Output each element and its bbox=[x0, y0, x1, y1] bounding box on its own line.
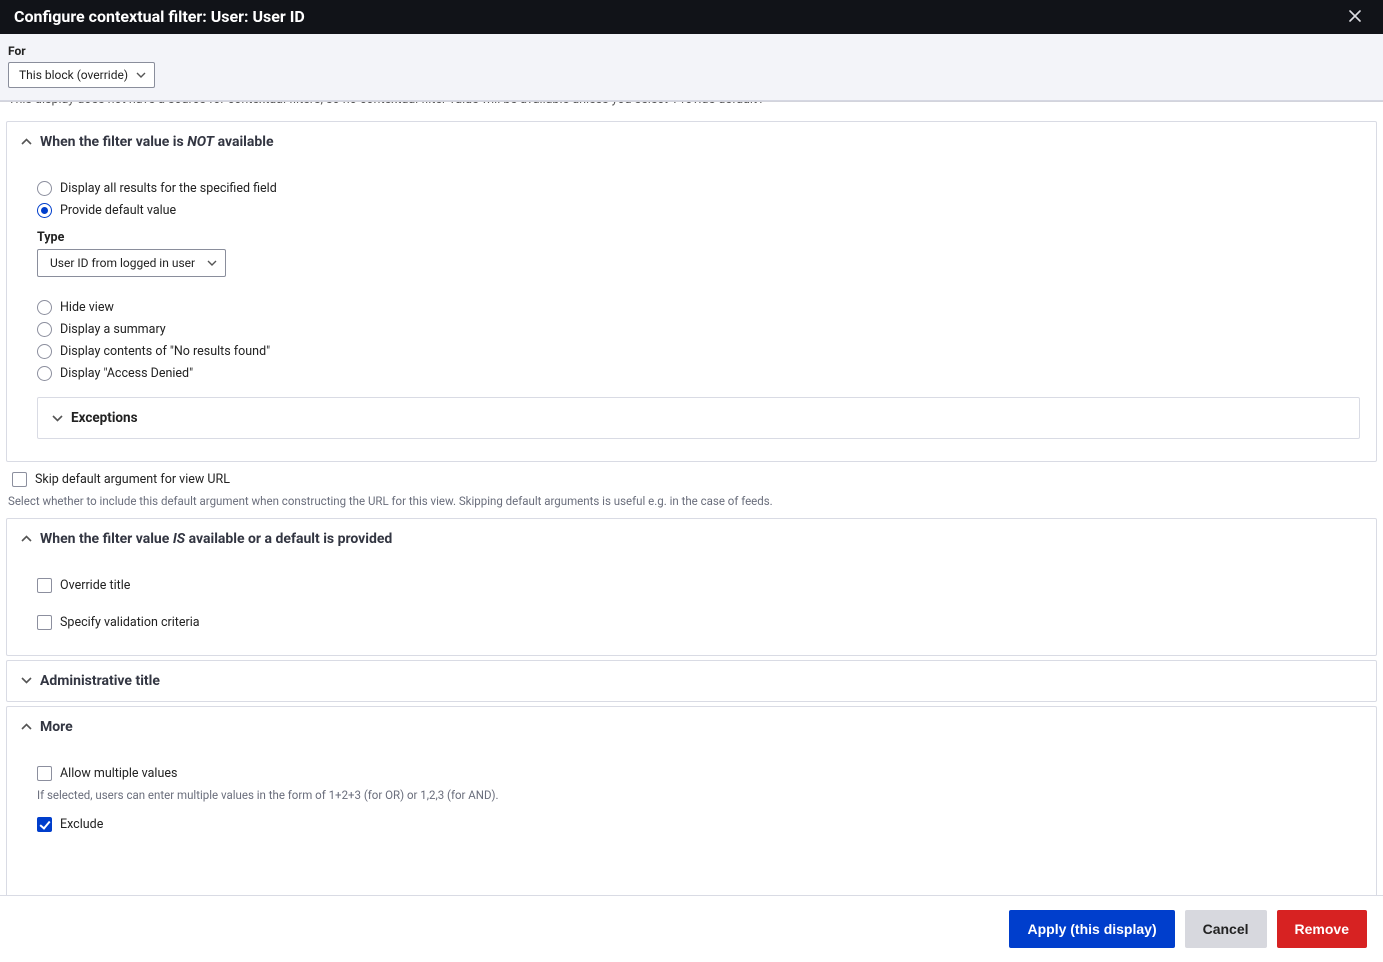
apply-button[interactable]: Apply (this display) bbox=[1009, 910, 1174, 948]
chevron-down-icon bbox=[52, 410, 63, 426]
chevron-down-icon bbox=[21, 723, 32, 730]
section-not-available: When the filter value is NOT available D… bbox=[6, 121, 1377, 462]
section-more-body: Allow multiple values If selected, users… bbox=[7, 747, 1376, 895]
section-not-available-summary[interactable]: When the filter value is NOT available bbox=[7, 122, 1376, 162]
radio-access-denied-input[interactable] bbox=[37, 366, 52, 381]
chevron-down-icon bbox=[21, 138, 32, 145]
section-admin-title-label: Administrative title bbox=[40, 673, 160, 689]
chevron-down-icon bbox=[21, 535, 32, 542]
radio-access-denied: Display "Access Denied" bbox=[37, 366, 1360, 381]
radio-display-all-input[interactable] bbox=[37, 181, 52, 196]
override-title-label[interactable]: Override title bbox=[60, 578, 130, 593]
exceptions-summary[interactable]: Exceptions bbox=[38, 398, 1359, 438]
radio-no-results: Display contents of "No results found" bbox=[37, 344, 1360, 359]
section-label-pre: When the filter value is bbox=[40, 134, 187, 150]
section-is-available: When the filter value IS available or a … bbox=[6, 518, 1377, 656]
section-is-label-em: IS bbox=[173, 531, 185, 547]
section-is-label-post: available or a default is provided bbox=[185, 531, 392, 547]
type-label: Type bbox=[37, 230, 1360, 245]
allow-multiple-help: If selected, users can enter multiple va… bbox=[37, 788, 1360, 802]
skip-default-help: Select whether to include this default a… bbox=[8, 494, 1375, 508]
allow-multiple-label[interactable]: Allow multiple values bbox=[60, 766, 177, 781]
type-select-value: User ID from logged in user bbox=[50, 256, 195, 270]
for-label: For bbox=[8, 44, 1369, 58]
section-admin-title: Administrative title bbox=[6, 660, 1377, 702]
section-not-available-body: Display all results for the specified fi… bbox=[7, 162, 1376, 461]
section-is-available-body: Override title Specify validation criter… bbox=[7, 559, 1376, 655]
section-more: More Allow multiple values If selected, … bbox=[6, 706, 1377, 895]
specify-validation-row: Specify validation criteria bbox=[37, 615, 1360, 630]
title-bar: Configure contextual filter: User: User … bbox=[0, 0, 1383, 34]
radio-display-summary: Display a summary bbox=[37, 322, 1360, 337]
radio-display-all-label[interactable]: Display all results for the specified fi… bbox=[60, 181, 277, 196]
section-admin-title-summary[interactable]: Administrative title bbox=[7, 661, 1376, 701]
radio-provide-default: Provide default value bbox=[37, 203, 1360, 218]
for-select[interactable]: This block (override) bbox=[8, 62, 155, 88]
section-more-label: More bbox=[40, 719, 73, 735]
allow-multiple-checkbox[interactable] bbox=[37, 766, 52, 781]
modal-title: Configure contextual filter: User: User … bbox=[14, 7, 305, 26]
section-label-em: NOT bbox=[187, 134, 214, 150]
for-bar: For This block (override) bbox=[0, 34, 1383, 101]
radio-no-results-label[interactable]: Display contents of "No results found" bbox=[60, 344, 270, 359]
for-select-value: This block (override) bbox=[19, 68, 128, 82]
exclude-checkbox[interactable] bbox=[37, 817, 52, 832]
chevron-down-icon bbox=[136, 72, 146, 78]
section-is-available-summary[interactable]: When the filter value IS available or a … bbox=[7, 519, 1376, 559]
allow-multiple-row: Allow multiple values bbox=[37, 766, 1360, 781]
type-select[interactable]: User ID from logged in user bbox=[37, 249, 226, 277]
skip-default-row: Skip default argument for view URL bbox=[12, 472, 1375, 487]
radio-display-all: Display all results for the specified fi… bbox=[37, 181, 1360, 196]
override-title-row: Override title bbox=[37, 578, 1360, 593]
radio-hide-view-label[interactable]: Hide view bbox=[60, 300, 114, 315]
radio-provide-default-label[interactable]: Provide default value bbox=[60, 203, 176, 218]
exceptions-label: Exceptions bbox=[71, 410, 138, 426]
radio-display-summary-input[interactable] bbox=[37, 322, 52, 337]
modal-wrapper: Configure contextual filter: User: User … bbox=[0, 0, 1383, 962]
skip-default-checkbox[interactable] bbox=[12, 472, 27, 487]
override-title-checkbox[interactable] bbox=[37, 578, 52, 593]
close-icon[interactable] bbox=[1341, 5, 1369, 29]
section-more-summary[interactable]: More bbox=[7, 707, 1376, 747]
radio-hide-view: Hide view bbox=[37, 300, 1360, 315]
radio-hide-view-input[interactable] bbox=[37, 300, 52, 315]
section-is-label-pre: When the filter value bbox=[40, 531, 173, 547]
skip-default-label[interactable]: Skip default argument for view URL bbox=[35, 472, 230, 487]
radio-provide-default-input[interactable] bbox=[37, 203, 52, 218]
remove-button[interactable]: Remove bbox=[1277, 910, 1367, 948]
cancel-button[interactable]: Cancel bbox=[1185, 910, 1267, 948]
specify-validation-label[interactable]: Specify validation criteria bbox=[60, 615, 200, 630]
footer-bar: Apply (this display) Cancel Remove bbox=[0, 895, 1383, 962]
chevron-down-icon bbox=[21, 677, 32, 684]
exceptions-section: Exceptions bbox=[37, 397, 1360, 439]
source-notice: This display does not have a source for … bbox=[4, 101, 1379, 117]
content-scroll[interactable]: This display does not have a source for … bbox=[0, 101, 1383, 895]
radio-access-denied-label[interactable]: Display "Access Denied" bbox=[60, 366, 193, 381]
exclude-row: Exclude bbox=[37, 817, 1360, 832]
radio-display-summary-label[interactable]: Display a summary bbox=[60, 322, 166, 337]
chevron-down-icon bbox=[207, 260, 217, 266]
radio-no-results-input[interactable] bbox=[37, 344, 52, 359]
specify-validation-checkbox[interactable] bbox=[37, 615, 52, 630]
exclude-label[interactable]: Exclude bbox=[60, 817, 103, 832]
skip-default-block: Skip default argument for view URL Selec… bbox=[8, 472, 1375, 508]
section-label-post: available bbox=[214, 134, 273, 150]
